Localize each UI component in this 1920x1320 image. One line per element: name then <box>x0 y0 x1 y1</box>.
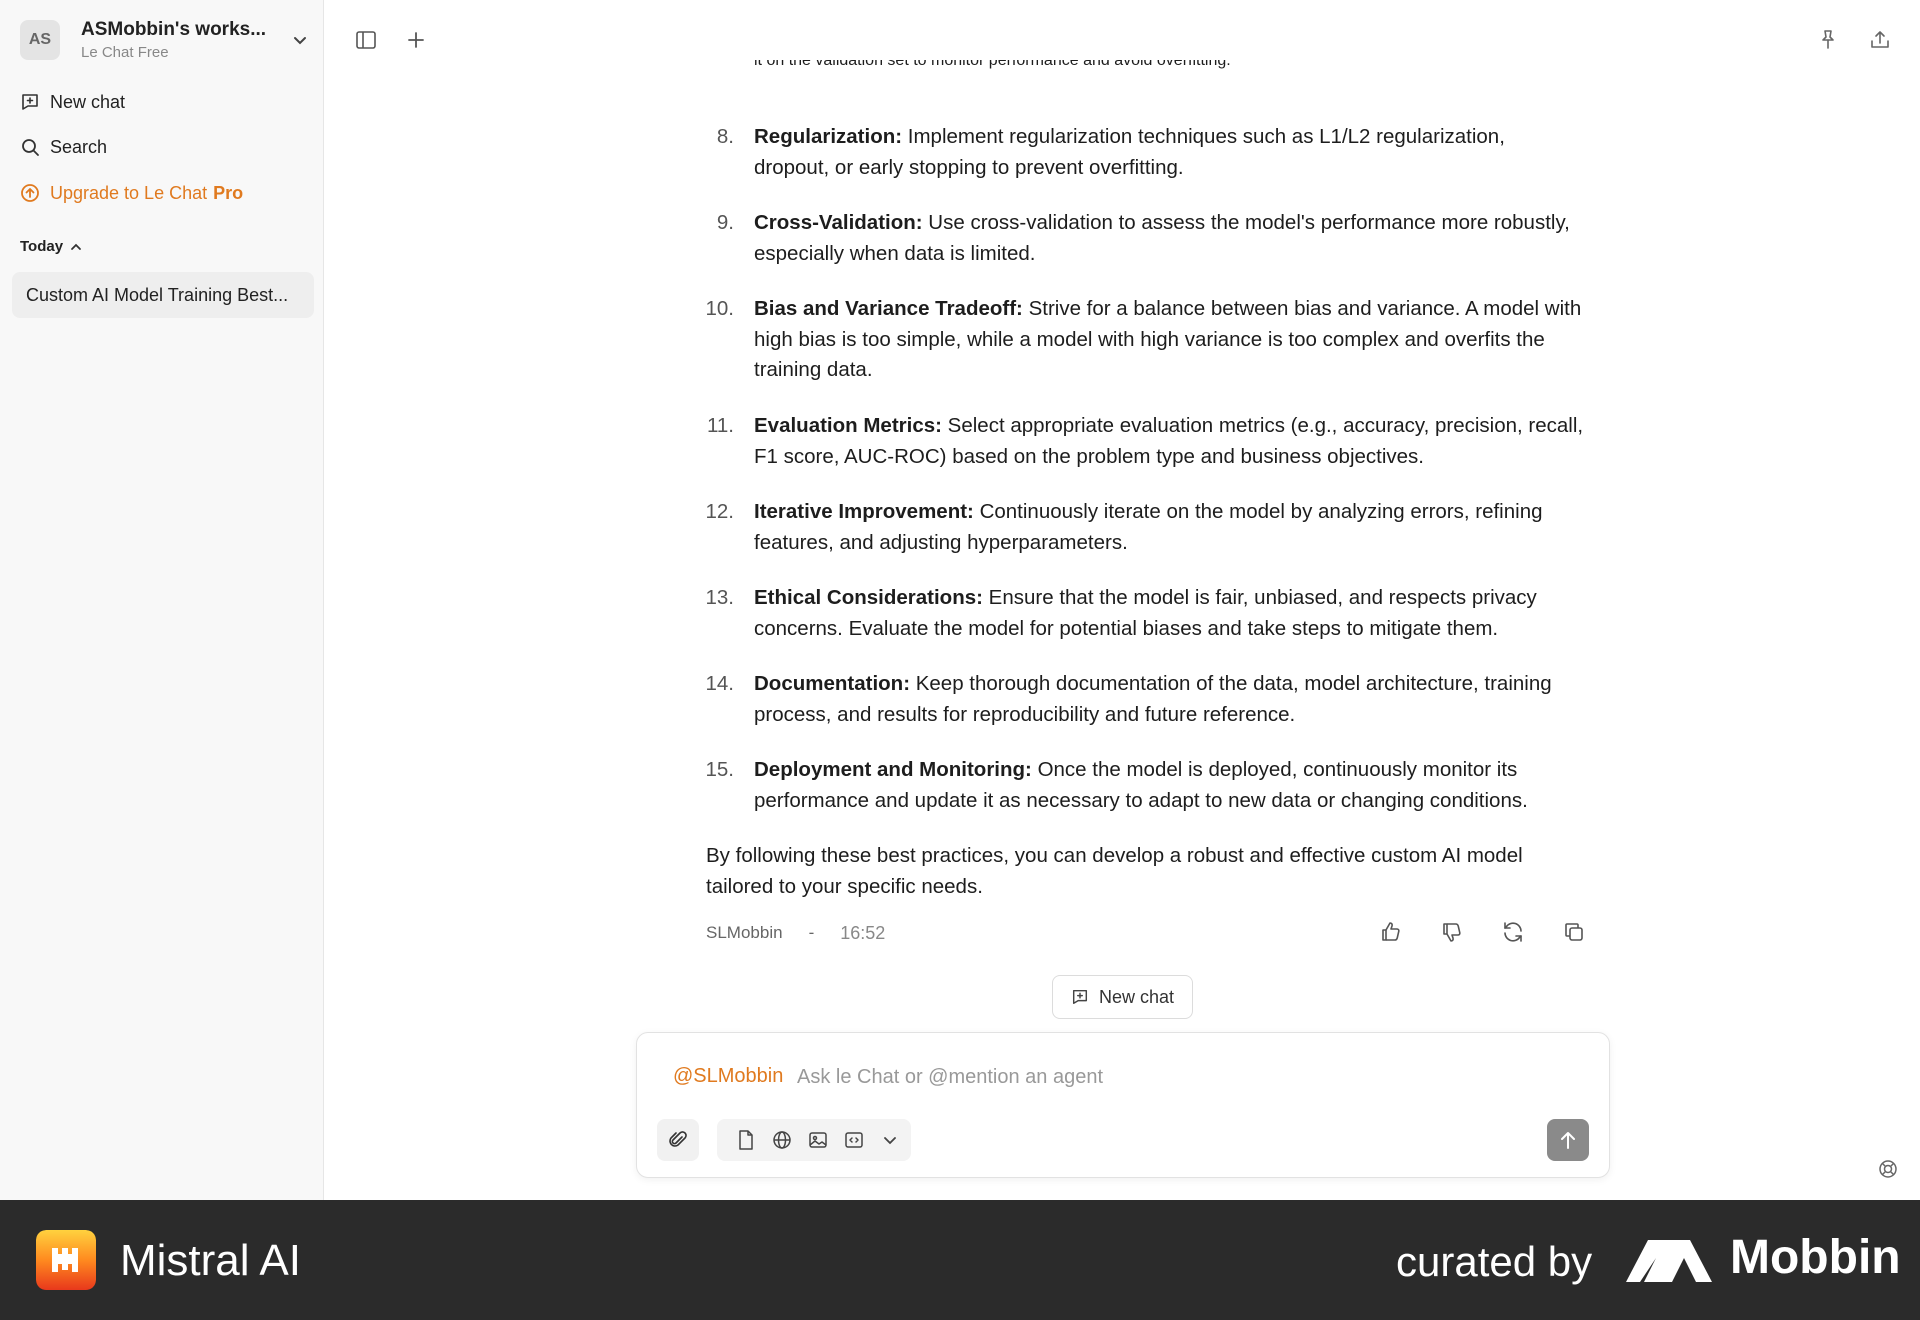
upgrade-icon <box>21 184 39 202</box>
message-author: SLMobbin <box>706 923 783 942</box>
clipped-text-line: it on the validation set to monitor perf… <box>754 60 1554 92</box>
list-text: Bias and Variance Tradeoff: Strive for a… <box>754 294 1584 386</box>
footer-mobbin-name: Mobbin <box>1730 1231 1901 1284</box>
chat-input[interactable] <box>797 1059 1557 1095</box>
list-number: 11. <box>707 414 734 437</box>
new-chat-button[interactable]: New chat <box>1052 975 1193 1019</box>
list-title: Ethical Considerations: <box>754 586 983 609</box>
send-button[interactable] <box>1547 1119 1589 1161</box>
new-chat-icon <box>22 94 38 110</box>
search-icon <box>22 139 39 156</box>
list-text: Cross-Validation: Use cross-validation t… <box>754 208 1584 269</box>
message-meta: SLMobbin - 16:52 <box>706 920 1586 946</box>
new-chat-icon <box>1072 989 1087 1005</box>
paperclip-icon <box>669 1131 687 1147</box>
list-title: Cross-Validation: <box>754 211 923 234</box>
attach-button[interactable] <box>657 1119 699 1161</box>
section-label: Today <box>20 238 64 255</box>
list-number: 10. <box>705 297 735 320</box>
list-text: Iterative Improvement: Continuously iter… <box>754 497 1584 558</box>
clipped-text: it on the validation set to monitor perf… <box>754 60 1231 69</box>
chevron-down-icon[interactable] <box>290 30 310 50</box>
sidebar: AS ASMobbin's works... Le Chat Free New … <box>0 0 324 1200</box>
list-number: 15. <box>705 758 735 781</box>
share-icon[interactable] <box>1868 28 1892 52</box>
list-text: Deployment and Monitoring: Once the mode… <box>754 755 1584 816</box>
sidebar-item-label: New chat <box>50 91 126 112</box>
chevron-up-icon <box>71 243 81 250</box>
document-icon[interactable] <box>735 1129 757 1151</box>
image-icon[interactable] <box>807 1129 829 1151</box>
list-text: Ethical Considerations: Ensure that the … <box>754 583 1584 644</box>
message-time: 16:52 <box>840 922 886 943</box>
globe-icon[interactable] <box>771 1129 793 1151</box>
list-number: 9. <box>716 211 734 234</box>
thumbs-down-icon[interactable] <box>1440 920 1464 944</box>
upgrade-pro-label: Pro <box>213 182 244 203</box>
sidebar-item-search[interactable]: Search <box>20 132 107 162</box>
list-title: Evaluation Metrics: <box>754 414 942 437</box>
tools-bar <box>717 1119 911 1161</box>
footer-brand-name: Mistral AI <box>120 1236 301 1285</box>
footer-banner: Mistral AI curated by Mobbin <box>0 1200 1920 1320</box>
pin-icon[interactable] <box>1816 28 1840 52</box>
section-today-toggle[interactable]: Today <box>20 238 83 255</box>
list-title: Deployment and Monitoring: <box>754 758 1032 781</box>
regenerate-icon[interactable] <box>1501 920 1525 944</box>
list-number: 14. <box>705 672 735 695</box>
mistral-logo-icon <box>36 1230 96 1290</box>
plus-icon[interactable] <box>404 28 428 52</box>
list-text: Evaluation Metrics: Select appropriate e… <box>754 411 1584 472</box>
history-item[interactable]: Custom AI Model Training Best... <box>12 272 314 318</box>
workspace-info: ASMobbin's works... Le Chat Free <box>81 19 271 61</box>
mobbin-logo-icon <box>1626 1240 1712 1282</box>
chevron-down-icon[interactable] <box>879 1129 901 1151</box>
workspace-name: ASMobbin's works... <box>81 19 267 40</box>
send-icon <box>1561 1132 1575 1149</box>
workspace-switcher[interactable]: AS ASMobbin's works... Le Chat Free <box>20 19 310 61</box>
upgrade-link[interactable]: Upgrade to Le Chat Pro <box>20 178 243 208</box>
meta-separator: - <box>808 923 815 942</box>
avatar: AS <box>20 20 60 60</box>
closing-paragraph: By following these best practices, you c… <box>706 844 1523 898</box>
sidebar-item-label: Search <box>50 136 108 157</box>
list-title: Bias and Variance Tradeoff: <box>754 297 1023 320</box>
message-composer: @SLMobbin <box>636 1032 1610 1178</box>
list-number: 13. <box>705 586 735 609</box>
agent-mention[interactable]: @SLMobbin <box>673 1065 783 1088</box>
curated-by-label: curated by <box>1396 1238 1593 1285</box>
sidebar-item-new-chat[interactable]: New chat <box>20 87 125 117</box>
list-text: Regularization: Implement regularization… <box>754 122 1584 183</box>
new-chat-button-label: New chat <box>1098 986 1175 1007</box>
list-title: Regularization: <box>754 125 903 148</box>
copy-icon[interactable] <box>1562 920 1586 944</box>
code-icon[interactable] <box>843 1129 865 1151</box>
upgrade-label: Upgrade to Le Chat <box>50 182 208 203</box>
message-actions <box>1342 920 1586 944</box>
help-icon[interactable] <box>1877 1158 1899 1180</box>
list-title: Documentation: <box>754 672 911 695</box>
list-number: 12. <box>705 500 735 523</box>
workspace-plan: Le Chat Free <box>81 44 169 61</box>
thumbs-up-icon[interactable] <box>1379 920 1403 944</box>
toggle-sidebar-icon[interactable] <box>354 28 378 52</box>
list-title: Iterative Improvement: <box>754 500 974 523</box>
list-text: Documentation: Keep thorough documentati… <box>754 669 1584 730</box>
list-number: 8. <box>716 125 734 148</box>
